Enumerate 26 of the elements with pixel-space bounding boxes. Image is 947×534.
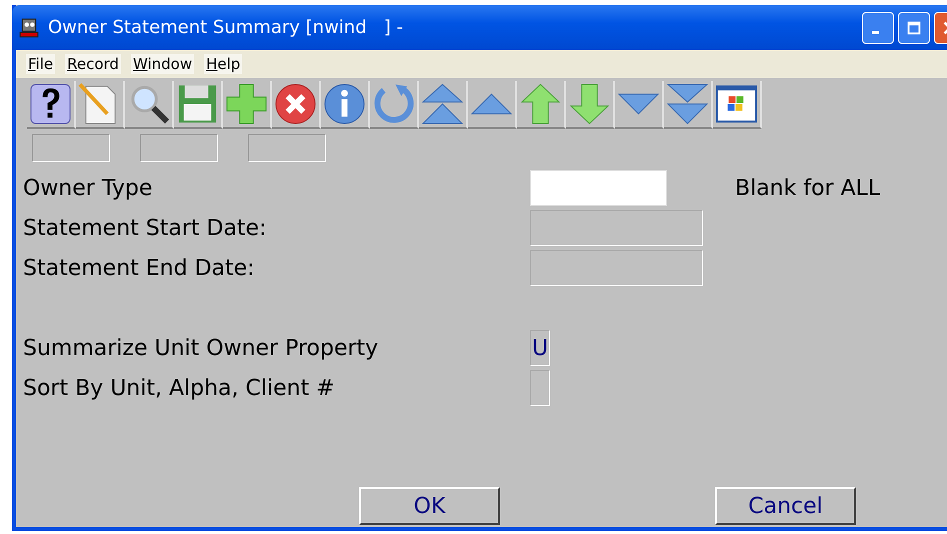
- field-label: Owner Type: [23, 176, 154, 200]
- menu-item[interactable]: File: [26, 54, 56, 74]
- hint-text: Blank for ALL: [735, 176, 880, 200]
- status-field[interactable]: [140, 134, 218, 162]
- robot-icon: [18, 16, 40, 38]
- minimize-button[interactable]: [862, 12, 894, 44]
- field-label: Sort By Unit, Alpha, Client #: [23, 376, 336, 400]
- help-icon[interactable]: [27, 81, 76, 129]
- window-title: Owner Statement Summary [nwind ] -: [48, 17, 404, 38]
- menu-item[interactable]: Window: [130, 54, 194, 74]
- window-logo-icon[interactable]: [713, 81, 762, 129]
- field-label: Statement End Date:: [23, 256, 256, 280]
- ok-button[interactable]: OK: [359, 487, 500, 525]
- status-field[interactable]: [32, 134, 110, 162]
- maximize-icon: [905, 18, 923, 36]
- info-icon[interactable]: [321, 81, 370, 129]
- search-icon[interactable]: [125, 81, 174, 129]
- close-icon[interactable]: [272, 81, 321, 129]
- menu-item[interactable]: Help: [204, 54, 242, 74]
- field-label: Summarize Unit Owner Property: [23, 336, 380, 360]
- minimize-icon: [872, 31, 878, 34]
- status-field[interactable]: [248, 134, 326, 162]
- cancel-button[interactable]: Cancel: [715, 487, 856, 525]
- menu-item[interactable]: Record: [65, 54, 121, 74]
- maximize-button[interactable]: [898, 12, 930, 44]
- field-label: Statement Start Date:: [23, 216, 268, 240]
